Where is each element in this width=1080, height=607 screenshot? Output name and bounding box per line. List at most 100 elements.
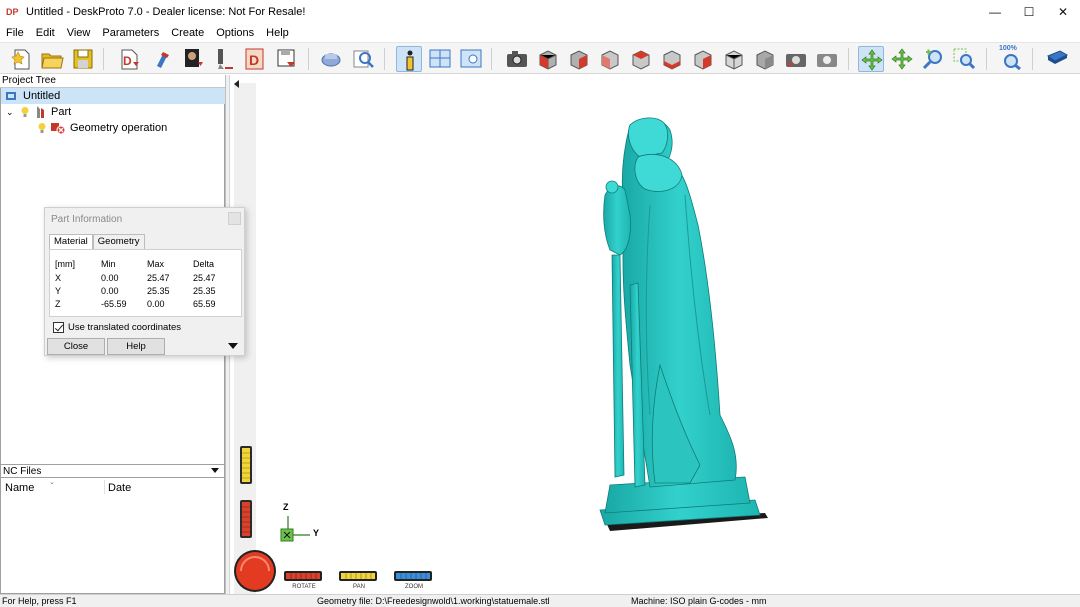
cad-viewer-icon[interactable]: [318, 46, 344, 72]
row-min: 0.00: [101, 273, 119, 283]
screenshot-camera-icon[interactable]: [504, 46, 530, 72]
help-button[interactable]: Help: [107, 338, 165, 355]
svg-text:D: D: [123, 54, 132, 68]
axis-triad-icon: [280, 516, 310, 542]
view-iso-icon[interactable]: [535, 46, 561, 72]
zoom-mode-icon[interactable]: [920, 46, 946, 72]
tree-item-part[interactable]: ⌄ Part: [1, 104, 225, 120]
view-left-icon[interactable]: [628, 46, 654, 72]
view-right-icon[interactable]: [659, 46, 685, 72]
geometry-operation-label: Geometry operation: [70, 122, 168, 134]
pan-label: PAN: [353, 584, 365, 590]
save-icon[interactable]: [70, 46, 96, 72]
menu-view[interactable]: View: [61, 27, 97, 39]
import-geometry-icon[interactable]: D: [117, 46, 143, 72]
rotate-mode-icon[interactable]: [858, 46, 884, 72]
window-view-icon[interactable]: [458, 46, 484, 72]
translated-coordinates-option[interactable]: Use translated coordinates: [53, 322, 181, 333]
row-max: 25.47: [147, 273, 170, 283]
pan-slider[interactable]: [339, 570, 379, 582]
part-label: Part: [51, 106, 72, 118]
visibility-bulb-icon[interactable]: [37, 122, 47, 134]
inspect-icon[interactable]: [350, 46, 376, 72]
open-folder-icon[interactable]: [39, 46, 65, 72]
menu-edit[interactable]: Edit: [30, 27, 61, 39]
vertical-zoom-slider[interactable]: [239, 499, 253, 539]
create-nc-icon[interactable]: D: [242, 46, 268, 72]
app-logo-icon: DP: [6, 5, 20, 19]
menu-help[interactable]: Help: [260, 27, 295, 39]
zoom-window-icon[interactable]: [951, 46, 977, 72]
save-nc-icon[interactable]: [273, 46, 299, 72]
zoom-100-icon[interactable]: 100%: [998, 45, 1024, 72]
min-header: Min: [101, 259, 116, 269]
dialog-expand-icon[interactable]: [228, 343, 238, 349]
tab-geometry[interactable]: Geometry: [92, 234, 145, 249]
minimize-button[interactable]: —: [978, 0, 1012, 24]
nc-files-list[interactable]: Name ⌄ Date: [0, 478, 225, 594]
menu-file[interactable]: File: [0, 27, 30, 39]
row-axis: X: [55, 273, 62, 283]
view-shaded-icon[interactable]: [752, 46, 778, 72]
close-window-button[interactable]: ✕: [1046, 0, 1080, 24]
view-top-icon[interactable]: [690, 46, 716, 72]
max-header: Max: [147, 259, 165, 269]
project-icon: [5, 90, 17, 102]
close-button[interactable]: Close: [47, 338, 105, 355]
zoom-percent-label: 100%: [999, 45, 1017, 52]
status-bar: For Help, press F1 Geometry file: D:\Fre…: [0, 594, 1080, 607]
new-project-icon[interactable]: [9, 46, 35, 72]
view-previous-icon[interactable]: [783, 46, 809, 72]
part-information-dialog: Part Information Material Geometry [mm] …: [44, 207, 245, 356]
visibility-bulb-icon[interactable]: [20, 106, 30, 118]
part-wizard-icon[interactable]: [149, 46, 175, 72]
menu-bar: File Edit View Parameters Create Options…: [0, 24, 1080, 42]
menu-parameters[interactable]: Parameters: [96, 27, 165, 39]
dimensions-table: [mm] Min Max Delta X 0.00 25.47 25.47 Y …: [49, 249, 242, 317]
tab-material[interactable]: Material: [49, 234, 93, 249]
zoom-slider[interactable]: [394, 570, 434, 582]
column-header-date[interactable]: Date: [108, 482, 131, 494]
collapse-panel-icon[interactable]: [234, 80, 239, 88]
rotate-label: ROTATE: [292, 584, 316, 590]
row-axis: Y: [55, 286, 62, 296]
vertical-rotate-slider[interactable]: [239, 445, 253, 485]
row-delta: 25.47: [193, 273, 216, 283]
view-next-icon[interactable]: [814, 46, 840, 72]
row-min: -65.59: [101, 299, 127, 309]
dropdown-arrow-icon[interactable]: [211, 468, 219, 473]
zoom-label: ZOOM: [405, 584, 423, 590]
menu-create[interactable]: Create: [165, 27, 210, 39]
image-import-icon[interactable]: [180, 46, 206, 72]
dialog-close-icon[interactable]: [228, 212, 241, 225]
chevron-down-icon[interactable]: ⌄: [6, 107, 16, 118]
nc-files-title: NC Files: [3, 466, 42, 477]
project-label: Untitled: [23, 90, 61, 102]
pan-mode-icon[interactable]: [889, 46, 915, 72]
toolpath-icon[interactable]: [211, 46, 237, 72]
3d-viewport[interactable]: Z Y ROTATE PAN ZOOM: [229, 75, 1080, 594]
status-help-text: For Help, press F1: [2, 596, 77, 606]
layout-view-icon[interactable]: [427, 46, 453, 72]
column-header-name[interactable]: Name: [5, 482, 34, 494]
tree-item-project[interactable]: Untitled: [1, 88, 225, 104]
menu-options[interactable]: Options: [210, 27, 260, 39]
view-bottom-icon[interactable]: [721, 46, 747, 72]
maximize-button[interactable]: ☐: [1012, 0, 1046, 24]
view-front-icon[interactable]: [566, 46, 592, 72]
row-delta: 25.35: [193, 286, 216, 296]
translated-coordinates-checkbox[interactable]: [53, 322, 64, 333]
status-machine: Machine: ISO plain G-codes - mm: [631, 596, 767, 606]
sort-indicator-icon: ⌄: [49, 479, 55, 486]
row-max: 25.35: [147, 286, 170, 296]
row-delta: 65.59: [193, 299, 216, 309]
view-back-icon[interactable]: [597, 46, 623, 72]
nc-files-header[interactable]: NC Files: [0, 464, 225, 478]
row-max: 0.00: [147, 299, 165, 309]
axis-z-label: Z: [283, 502, 289, 512]
help-book-icon[interactable]: [1044, 46, 1070, 72]
part-information-icon[interactable]: [396, 46, 422, 72]
tree-item-geometry-operation[interactable]: Geometry operation: [1, 120, 225, 136]
rotate-dial[interactable]: [233, 549, 277, 593]
rotate-slider[interactable]: [284, 570, 324, 582]
